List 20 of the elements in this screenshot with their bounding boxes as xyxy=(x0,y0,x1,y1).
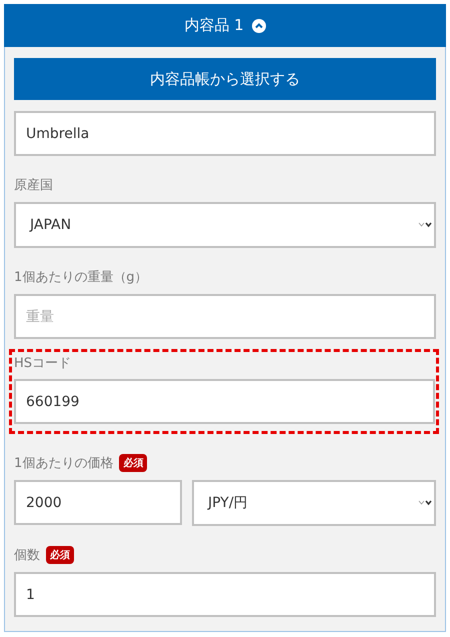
required-badge: 必須 xyxy=(119,454,148,472)
dropdown[interactable]: JPY/円 xyxy=(192,480,436,526)
chevron-icon xyxy=(418,222,432,228)
input-field[interactable]: Umbrella xyxy=(14,111,436,156)
input-field[interactable]: 重量 xyxy=(14,294,436,339)
input-field[interactable]: 2000 xyxy=(14,480,182,525)
field-label: 1個あたりの重量（g） xyxy=(14,269,148,286)
input-field[interactable]: 1 xyxy=(14,572,436,617)
chevron-icon xyxy=(418,500,432,506)
field-label: 個数 xyxy=(14,547,40,564)
select-button[interactable]: 内容品帳から選択する xyxy=(14,58,436,100)
field-label: 原産国 xyxy=(14,177,53,194)
panel-title: 内容品 1 xyxy=(184,16,244,35)
collapse-icon[interactable] xyxy=(252,18,266,32)
field-label: HSコード xyxy=(14,355,72,372)
dropdown[interactable]: JAPAN xyxy=(14,202,436,248)
field-label: 1個あたりの価格 xyxy=(14,455,114,472)
required-badge: 必須 xyxy=(46,546,74,564)
panel-header[interactable]: 内容品 1 xyxy=(4,4,446,47)
input-field[interactable]: 660199 xyxy=(14,379,435,424)
